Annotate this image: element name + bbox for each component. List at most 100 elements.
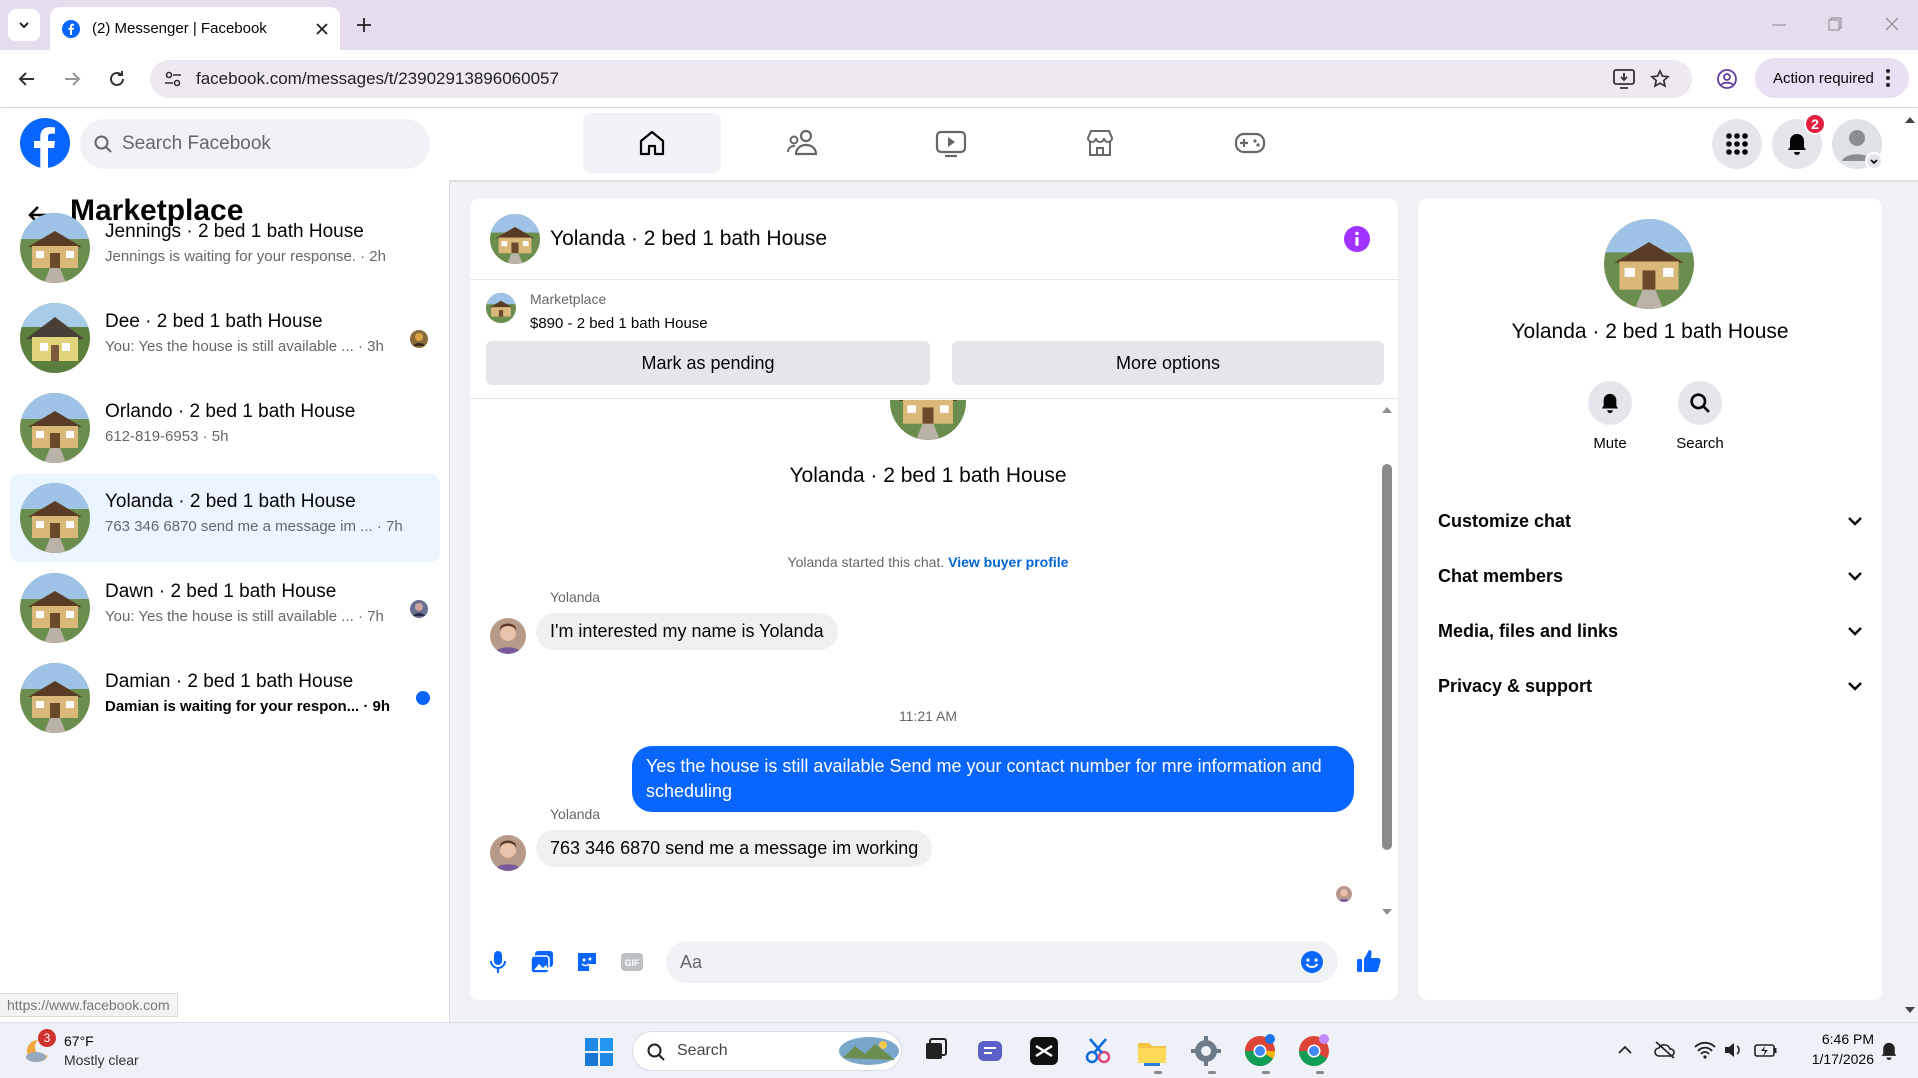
reload-icon[interactable] <box>108 70 126 88</box>
show-hidden-icons-icon[interactable] <box>1618 1045 1632 1055</box>
privacy-support-label: Privacy & support <box>1438 675 1593 696</box>
task-view-icon[interactable] <box>918 1033 954 1069</box>
more-options-button[interactable]: More options <box>952 341 1384 385</box>
incoming-message[interactable]: I'm interested my name is Yolanda <box>536 613 838 650</box>
nav-marketplace-button[interactable] <box>1031 113 1169 173</box>
taskbar-search-box[interactable]: Search <box>632 1031 902 1071</box>
url-text[interactable]: facebook.com/messages/t/2390291389606005… <box>196 69 559 89</box>
nav-gaming-button[interactable] <box>1181 113 1319 173</box>
teams-chat-icon[interactable] <box>972 1033 1008 1069</box>
windows-start-icon[interactable] <box>584 1037 614 1067</box>
status-bar-url: https://www.facebook.com <box>0 993 178 1017</box>
battery-icon[interactable] <box>1754 1042 1778 1058</box>
volume-icon[interactable] <box>1724 1041 1744 1059</box>
sender-avatar[interactable] <box>490 835 526 871</box>
forward-arrow-icon[interactable] <box>63 70 81 88</box>
page-scroll-down-icon[interactable] <box>1904 1006 1916 1014</box>
facebook-search-input[interactable]: Search Facebook <box>80 119 430 169</box>
emoji-icon[interactable] <box>1300 950 1324 974</box>
menu-button[interactable] <box>1712 119 1762 169</box>
file-explorer-icon[interactable] <box>1134 1033 1170 1069</box>
details-avatar[interactable] <box>1604 219 1694 309</box>
scroll-down-arrow-icon[interactable] <box>1381 908 1393 916</box>
photo-icon[interactable] <box>530 950 554 974</box>
conversation-preview: 763 346 6870 send me a message im ... · … <box>105 518 403 535</box>
new-tab-icon[interactable] <box>356 17 372 33</box>
close-tab-icon[interactable] <box>316 22 328 35</box>
page-scroll-up-icon[interactable] <box>1904 116 1916 124</box>
browser-tab[interactable]: (2) Messenger | Facebook <box>50 7 340 50</box>
chat-title[interactable]: Yolanda · 2 bed 1 bath House <box>550 227 827 251</box>
listing-price-title[interactable]: $890 - 2 bed 1 bath House <box>530 315 708 332</box>
nav-home-button[interactable] <box>583 113 721 173</box>
media-files-links-item[interactable]: Media, files and links <box>1438 611 1863 651</box>
privacy-support-item[interactable]: Privacy & support <box>1438 666 1863 706</box>
microphone-icon[interactable] <box>490 950 506 974</box>
conversation-item[interactable]: Orlando · 2 bed 1 bath House 612-819-695… <box>10 384 440 472</box>
scroll-up-arrow-icon[interactable] <box>1381 406 1393 414</box>
conversation-item-selected[interactable]: Yolanda · 2 bed 1 bath House 763 346 687… <box>10 474 440 562</box>
customize-chat-item[interactable]: Customize chat <box>1438 501 1863 541</box>
conversation-details-panel: Yolanda · 2 bed 1 bath House Mute Search… <box>1418 198 1882 1000</box>
view-buyer-profile-link[interactable]: View buyer profile <box>948 554 1068 570</box>
weather-widget[interactable]: 3 67°F Mostly clear <box>20 1029 170 1071</box>
incoming-message[interactable]: 763 346 6870 send me a message im workin… <box>536 830 933 867</box>
conversation-item[interactable]: Dee · 2 bed 1 bath House You: Yes the ho… <box>10 294 440 382</box>
tab-list-button[interactable] <box>8 9 40 41</box>
conversation-item[interactable]: Jennings · 2 bed 1 bath House Jennings i… <box>10 204 440 292</box>
mute-button[interactable]: Mute <box>1580 381 1640 452</box>
nav-watch-button[interactable] <box>882 113 1020 173</box>
back-arrow-icon[interactable] <box>18 70 36 88</box>
gif-icon[interactable]: GIF <box>620 950 644 974</box>
nav-friends-button[interactable] <box>733 113 871 173</box>
chrome-profile-icon[interactable] <box>1296 1033 1332 1069</box>
chrome-icon[interactable] <box>1242 1033 1278 1069</box>
conversation-item-unread[interactable]: Damian · 2 bed 1 bath House Damian is wa… <box>10 654 440 742</box>
system-clock[interactable]: 6:46 PM 1/17/2026 <box>1784 1031 1874 1067</box>
facebook-logo-icon[interactable] <box>20 118 70 168</box>
gaming-controller-icon <box>1234 132 1266 154</box>
conversation-list-panel: Marketplace Jennings · 2 bed 1 bath Hous… <box>0 180 450 1022</box>
restore-icon[interactable] <box>1828 17 1842 31</box>
conversation-name: Dawn · 2 bed 1 bath House <box>105 581 337 602</box>
bell-icon <box>1788 134 1806 155</box>
mute-icon-circle <box>1588 381 1632 425</box>
conversation-name: Dee · 2 bed 1 bath House <box>105 311 323 332</box>
sender-avatar[interactable] <box>490 618 526 654</box>
conversation-item[interactable]: Dawn · 2 bed 1 bath House You: Yes the h… <box>10 564 440 652</box>
action-required-button[interactable]: Action required <box>1755 58 1909 98</box>
snipping-tool-icon[interactable] <box>1080 1033 1116 1069</box>
chevron-down-icon <box>1848 682 1862 691</box>
close-window-icon[interactable] <box>1885 17 1899 31</box>
wifi-icon[interactable] <box>1694 1041 1716 1059</box>
taskbar-search-label: Search <box>677 1042 728 1059</box>
mark-as-pending-button[interactable]: Mark as pending <box>486 341 930 385</box>
notification-center-bell-icon[interactable] <box>1880 1041 1898 1061</box>
sticker-icon[interactable] <box>575 950 599 974</box>
sender-name: Yolanda <box>550 589 601 605</box>
chat-header-avatar[interactable] <box>490 214 540 264</box>
chat-members-item[interactable]: Chat members <box>1438 556 1863 596</box>
thumbs-up-icon[interactable] <box>1356 948 1382 974</box>
minimize-icon[interactable] <box>1772 24 1786 26</box>
message-input[interactable]: Aa <box>666 941 1338 983</box>
search-in-chat-button[interactable]: Search <box>1668 381 1732 452</box>
listing-thumbnail[interactable] <box>486 293 516 323</box>
outgoing-message[interactable]: Yes the house is still available Send me… <box>632 746 1354 812</box>
conversation-name: Orlando · 2 bed 1 bath House <box>105 401 356 422</box>
settings-gear-icon[interactable] <box>1188 1033 1224 1069</box>
bookmark-star-icon[interactable] <box>1650 69 1670 89</box>
action-required-label: Action required <box>1773 69 1874 87</box>
account-avatar-icon <box>1832 119 1882 169</box>
chat-scrollbar-thumb[interactable] <box>1382 464 1392 850</box>
site-info-icon[interactable] <box>164 71 182 87</box>
info-icon[interactable] <box>1344 226 1370 252</box>
install-app-icon[interactable] <box>1613 69 1635 89</box>
omnibox[interactable]: facebook.com/messages/t/2390291389606005… <box>150 60 1692 98</box>
capcut-icon[interactable] <box>1026 1033 1062 1069</box>
account-avatar-button[interactable] <box>1832 119 1882 169</box>
profile-icon[interactable] <box>1716 68 1738 90</box>
onedrive-off-icon[interactable] <box>1654 1041 1676 1059</box>
grid-menu-icon <box>1726 133 1748 155</box>
house-thumbnail-avatar <box>20 663 90 733</box>
